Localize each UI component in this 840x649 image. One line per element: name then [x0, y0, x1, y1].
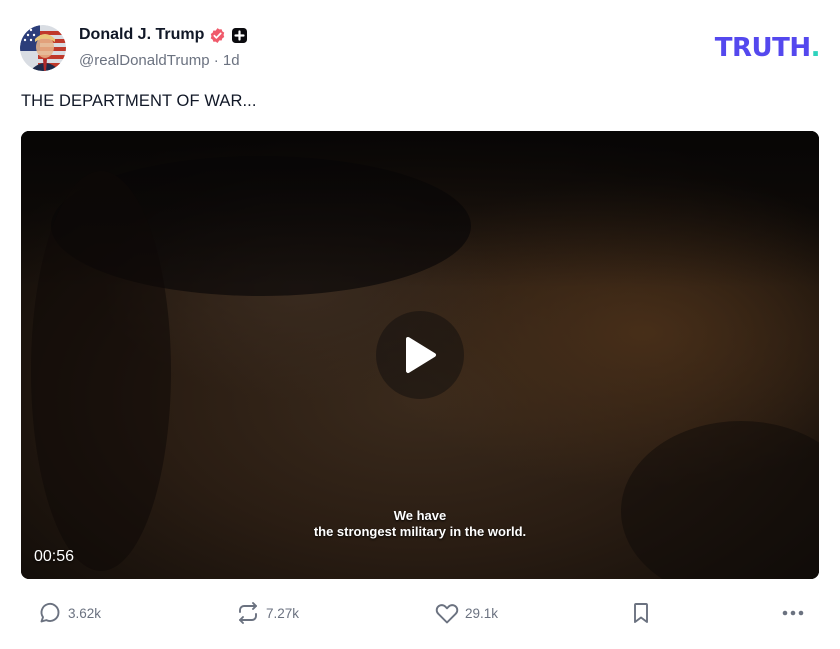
separator: ·: [213, 52, 219, 69]
post-text: THE DEPARTMENT OF WAR...: [21, 92, 257, 110]
retruth-count: 7.27k: [266, 605, 300, 621]
timestamp[interactable]: 1d: [223, 52, 240, 69]
display-name[interactable]: Donald J. Trump: [79, 26, 204, 44]
play-button[interactable]: [376, 311, 464, 399]
more-button[interactable]: [780, 596, 806, 630]
caption-line-1: We have: [393, 508, 447, 523]
video-player[interactable]: We have the strongest military in the wo…: [21, 131, 819, 579]
video-duration: 00:56: [34, 548, 75, 565]
logo-dot: .: [810, 33, 821, 63]
play-icon: [406, 337, 436, 373]
post-header: Donald J. Trump @realDonaldTrump · 1d TR…: [20, 24, 821, 74]
handle[interactable]: @realDonaldTrump: [79, 52, 210, 69]
action-bar: 3.62k 7.27k 29.1k: [0, 596, 840, 632]
video-caption: We have the strongest military in the wo…: [21, 508, 819, 540]
caption-line-2: the strongest military in the world.: [313, 524, 527, 539]
handle-row: @realDonaldTrump · 1d: [79, 52, 240, 69]
repost-icon: [239, 602, 257, 624]
plus-square-icon: [231, 27, 248, 44]
verified-badge-icon: [209, 27, 226, 44]
more-horizontal-icon: [782, 610, 804, 616]
truth-logo[interactable]: TRUTH.: [714, 33, 821, 63]
bookmark-icon: [634, 603, 648, 623]
bookmark-button[interactable]: [629, 596, 653, 630]
name-row: Donald J. Trump: [79, 26, 248, 44]
like-button[interactable]: 29.1k: [435, 596, 498, 630]
reply-count: 3.62k: [68, 605, 102, 621]
logo-text: TRUTH: [714, 33, 811, 63]
heart-icon: [435, 604, 459, 624]
like-count: 29.1k: [465, 605, 499, 621]
retruth-button[interactable]: 7.27k: [236, 596, 299, 630]
avatar[interactable]: [20, 25, 66, 71]
comment-icon: [40, 602, 60, 623]
reply-button[interactable]: 3.62k: [38, 596, 101, 630]
